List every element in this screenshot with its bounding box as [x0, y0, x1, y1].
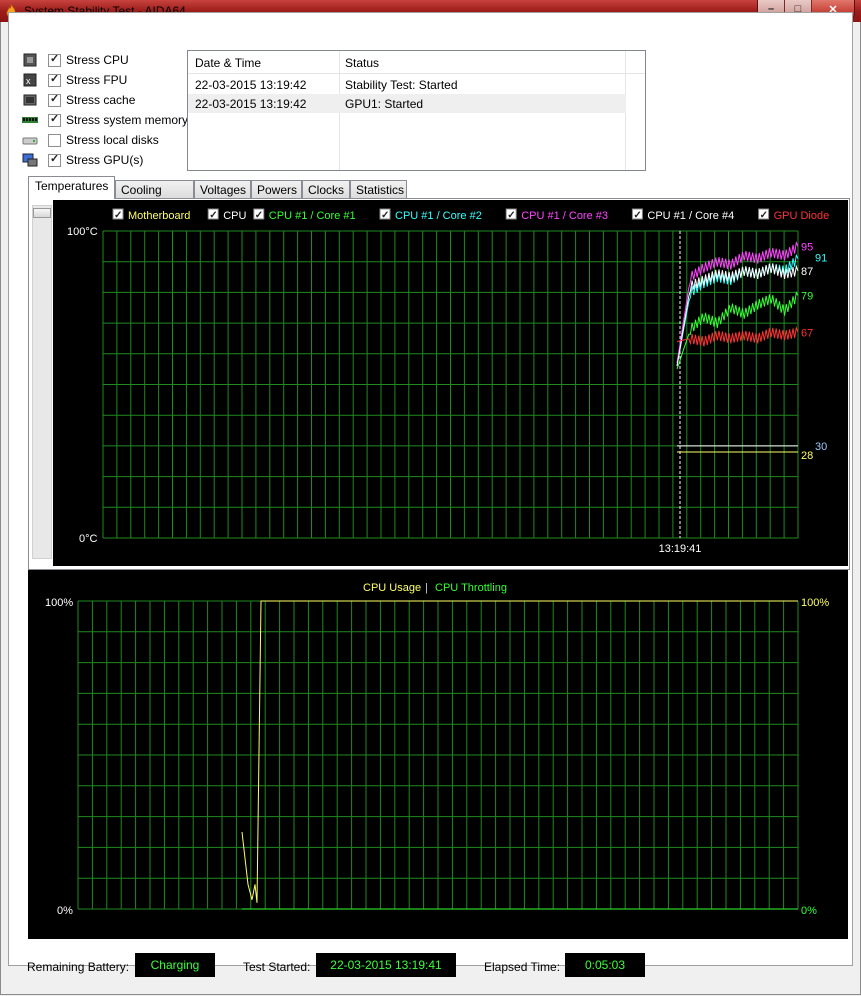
table-row[interactable]: 22-03-2015 13:19:42 Stability Test: Star…	[188, 75, 626, 94]
log-datetime: 22-03-2015 13:19:42	[195, 78, 307, 92]
series-end-value: 87	[801, 266, 813, 278]
log-status: GPU1: Started	[345, 97, 424, 111]
table-row[interactable]: 22-03-2015 13:19:42 GPU1: Started	[188, 94, 626, 113]
right-top-label: 100%	[801, 597, 829, 609]
memory-icon	[22, 117, 38, 123]
series-end-value: 28	[801, 450, 813, 462]
legend-check-icon: ✓	[255, 210, 263, 221]
legend-check-icon: ✓	[633, 210, 641, 221]
fpu-icon: x	[23, 73, 37, 87]
legend-check-icon: ✓	[507, 210, 515, 221]
cpu-usage-chart-svg: CPU Usage | CPU Throttling 100% 0% 100% 0%	[45, 582, 829, 917]
legend-check-icon: ✓	[209, 210, 217, 221]
tab-temperatures[interactable]: Temperatures	[28, 176, 115, 199]
test-started-value: 22-03-2015 13:19:41	[316, 953, 456, 977]
series-line	[676, 325, 799, 347]
stress-disks-label: Stress local disks	[66, 133, 159, 147]
series-end-value: 30	[815, 441, 827, 453]
legend-item: CPU #1 / Core #1	[269, 210, 356, 222]
tab-statistics[interactable]: Statistics	[350, 180, 407, 198]
tab-powers[interactable]: Powers	[251, 180, 302, 198]
y-axis-bottom-label: 0°C	[79, 533, 98, 545]
legend-item: CPU	[223, 210, 246, 222]
y-axis-top-label: 100%	[45, 597, 73, 609]
time-marker-label: 13:19:41	[659, 543, 702, 555]
legend-item: CPU #1 / Core #3	[521, 210, 608, 222]
log-status: Stability Test: Started	[345, 78, 458, 92]
series-end-value: 91	[815, 253, 827, 265]
disk-icon	[22, 137, 38, 145]
stress-fpu-option[interactable]: x Stress FPU	[22, 71, 192, 89]
legend-check-icon: ✓	[114, 210, 122, 221]
legend-check-icon: ✓	[760, 210, 768, 221]
stress-fpu-checkbox[interactable]	[48, 72, 61, 87]
stress-cache-option[interactable]: Stress cache	[22, 91, 192, 109]
stress-memory-label: Stress system memory	[66, 113, 189, 127]
y-axis-bottom-label: 0%	[57, 905, 73, 917]
tab-voltages[interactable]: Voltages	[194, 180, 251, 198]
legend-item: Motherboard	[128, 210, 190, 222]
gpu-icon	[22, 153, 38, 167]
stress-memory-checkbox[interactable]	[48, 112, 61, 127]
series-line-usage	[241, 600, 798, 903]
legend-separator: |	[425, 582, 428, 594]
test-started-label: Test Started:	[243, 960, 311, 974]
y-axis-top-label: 100°C	[67, 226, 98, 238]
cache-icon	[23, 94, 37, 106]
stress-disks-option[interactable]: Stress local disks	[22, 131, 192, 149]
legend-item: CPU #1 / Core #2	[395, 210, 482, 222]
stress-cpu-label: Stress CPU	[66, 53, 129, 67]
stress-gpu-option[interactable]: Stress GPU(s)	[22, 151, 192, 169]
series-end-value: 95	[801, 241, 813, 253]
stress-gpu-label: Stress GPU(s)	[66, 153, 144, 167]
series-end-value: 67	[801, 327, 813, 339]
stress-disks-checkbox[interactable]	[48, 133, 61, 147]
stress-cpu-checkbox[interactable]	[48, 52, 61, 67]
series-end-value: 79	[801, 290, 813, 302]
log-datetime: 22-03-2015 13:19:42	[195, 97, 307, 111]
svg-text:x: x	[26, 76, 31, 86]
tab-cooling-fans[interactable]: Cooling Fans	[115, 180, 194, 215]
right-bottom-label: 0%	[801, 905, 817, 917]
battery-label: Remaining Battery:	[27, 960, 130, 974]
legend-cpu-throttling: CPU Throttling	[435, 582, 507, 594]
stress-gpu-checkbox[interactable]	[48, 152, 61, 167]
column-header-datetime[interactable]: Date & Time	[195, 56, 261, 70]
stress-fpu-label: Stress FPU	[66, 73, 128, 87]
elapsed-time-value: 0:05:03	[565, 953, 645, 977]
battery-value: Charging	[135, 953, 215, 977]
cpu-usage-chart: CPU Usage | CPU Throttling 100% 0% 100% 0%	[28, 570, 848, 939]
column-header-status[interactable]: Status	[345, 56, 379, 70]
legend-item: GPU Diode	[774, 210, 830, 222]
stress-cache-checkbox[interactable]	[48, 92, 61, 107]
elapsed-time-label: Elapsed Time:	[484, 960, 561, 974]
chart-scrollbar[interactable]	[32, 205, 52, 559]
cpu-icon	[23, 53, 37, 67]
stress-memory-option[interactable]: Stress system memory	[22, 111, 192, 129]
scrollbar-thumb[interactable]	[33, 208, 51, 218]
temperature-chart-svg: 100°C 0°C 13:19:41 ✓ Motherboard ✓ CPU ✓ CPU #1 …	[67, 208, 830, 555]
stress-cpu-option[interactable]: Stress CPU	[22, 51, 192, 69]
log-table[interactable]: Date & Time Status 22-03-2015 13:19:42 S…	[187, 50, 646, 171]
log-table-header: Date & Time Status	[188, 51, 645, 74]
tab-clocks[interactable]: Clocks	[302, 180, 350, 198]
stress-cache-label: Stress cache	[66, 93, 136, 107]
legend-item: CPU #1 / Core #4	[647, 210, 734, 222]
legend-cpu-usage: CPU Usage	[363, 582, 421, 594]
temperature-chart: 100°C 0°C 13:19:41 ✓ Motherboard ✓ CPU ✓ CPU #1 …	[53, 200, 848, 566]
legend-check-icon: ✓	[381, 210, 389, 221]
